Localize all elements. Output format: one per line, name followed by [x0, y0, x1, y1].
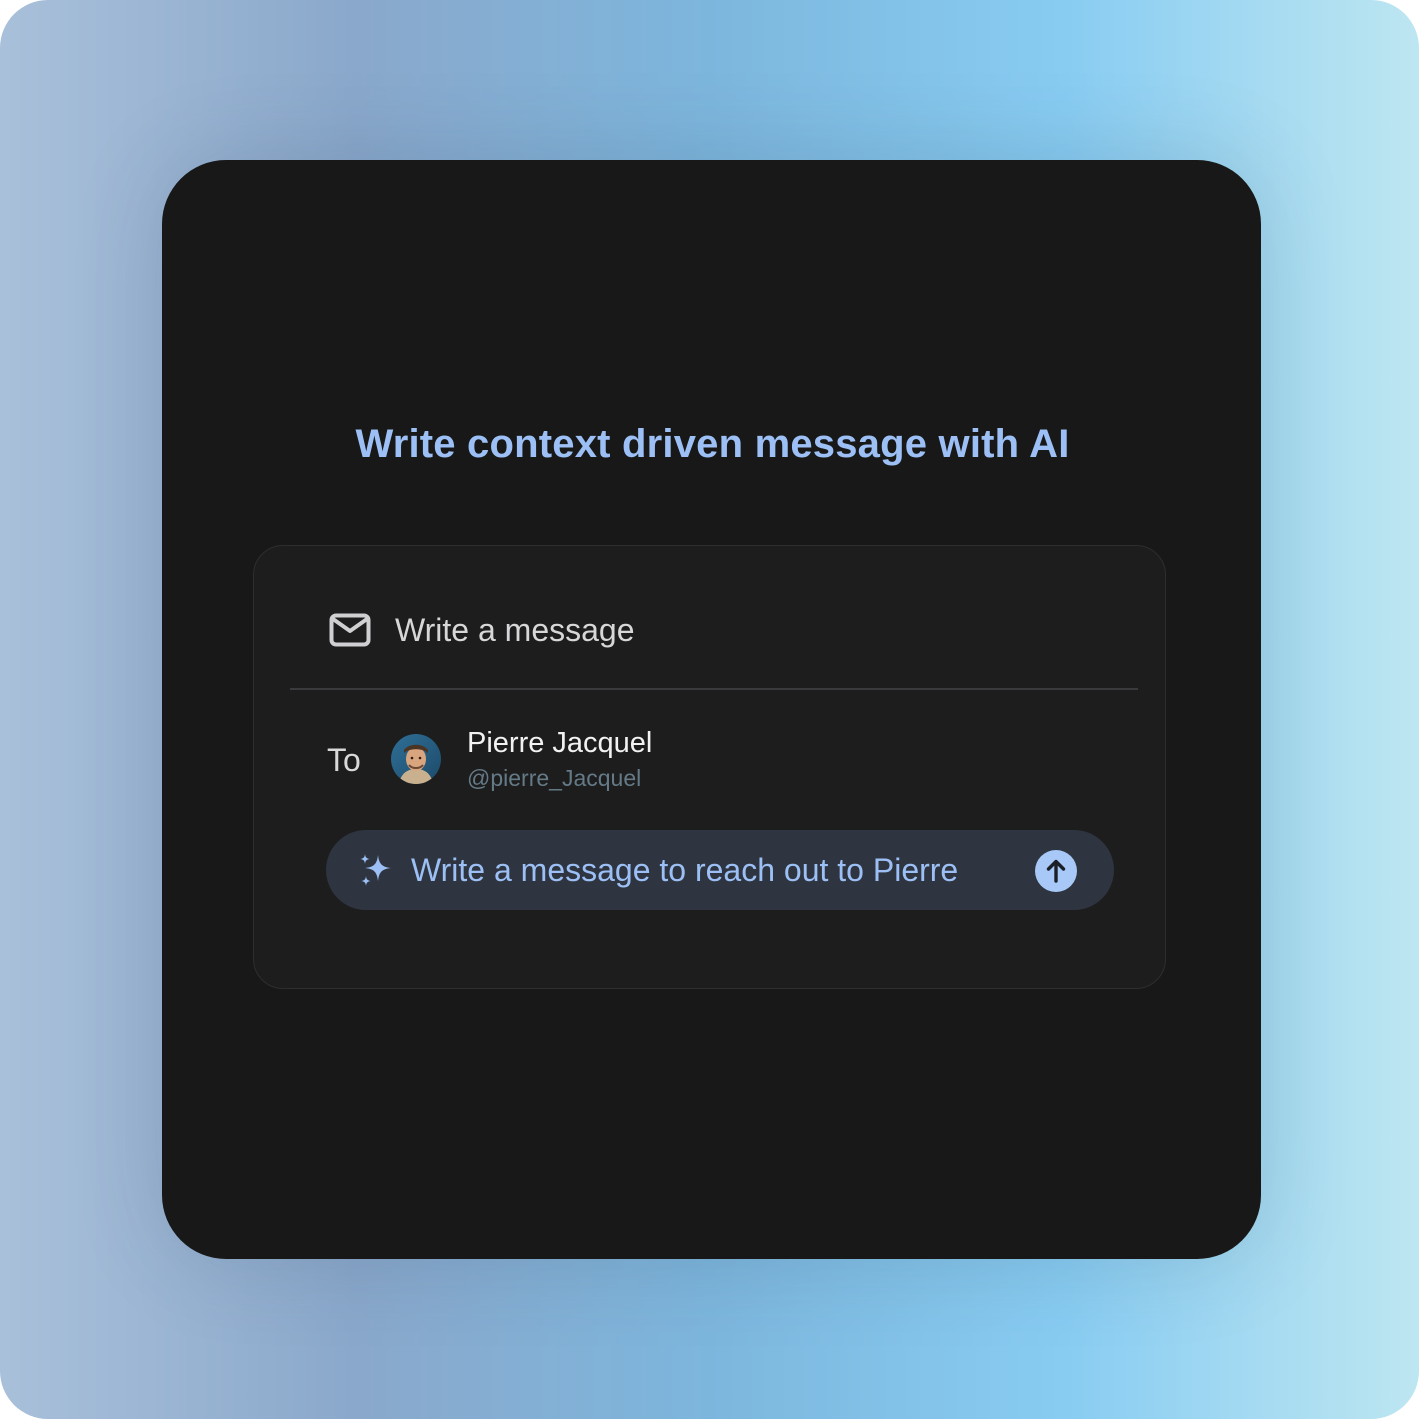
to-label: To	[327, 742, 361, 778]
background-frame: Write context driven message with AI Wri…	[0, 0, 1419, 1419]
compose-label: Write a message	[395, 612, 635, 648]
avatar-photo	[391, 734, 441, 784]
page-title: Write context driven message with AI	[355, 422, 1070, 466]
avatar[interactable]	[391, 734, 441, 784]
compose-header[interactable]: Write a message	[329, 606, 635, 654]
send-button[interactable]	[1035, 850, 1077, 892]
recipient-name: Pierre Jacquel	[467, 727, 653, 759]
ai-prompt-text: Write a message to reach out to Pierre	[411, 852, 959, 888]
divider	[290, 688, 1138, 690]
arrow-up-icon	[1046, 859, 1066, 883]
mail-icon	[329, 613, 371, 647]
sparkle-icon	[360, 854, 391, 886]
recipient-handle: @pierre_Jacquel	[467, 765, 642, 791]
